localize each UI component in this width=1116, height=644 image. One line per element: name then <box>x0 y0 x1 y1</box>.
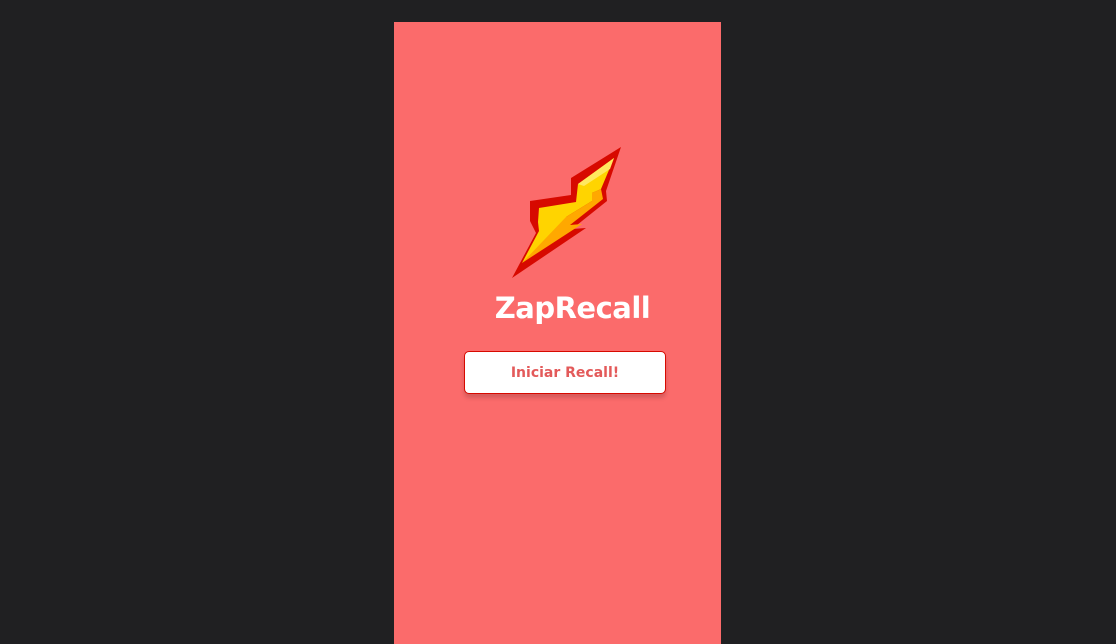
app-title: ZapRecall <box>494 291 651 325</box>
start-recall-button[interactable]: Iniciar Recall! <box>464 351 666 394</box>
app-screen: ZapRecall Iniciar Recall! <box>394 22 721 644</box>
lightning-bolt-icon <box>512 147 621 278</box>
browser-viewport: ZapRecall Iniciar Recall! <box>0 0 1116 644</box>
